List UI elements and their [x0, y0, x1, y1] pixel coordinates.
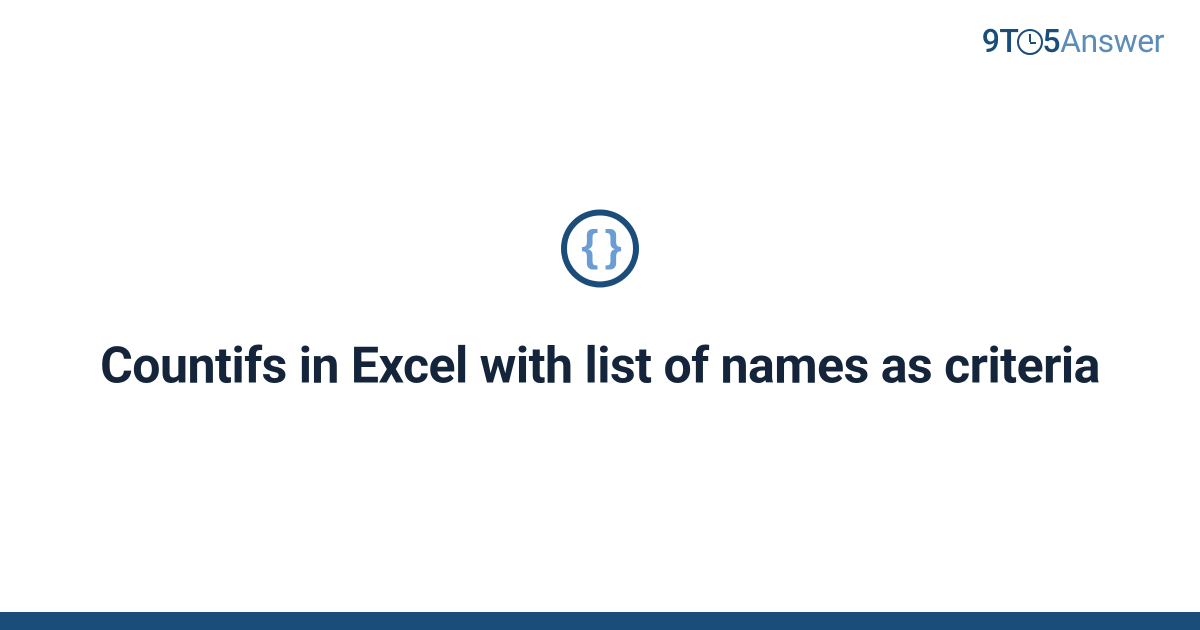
code-braces-icon: { }	[581, 224, 618, 268]
clock-icon	[1017, 29, 1043, 55]
logo-text-answer: Answer	[1060, 22, 1164, 60]
logo-text-5: 5	[1042, 22, 1060, 60]
main-content: { } Countifs in Excel with list of names…	[0, 209, 1200, 398]
logo-text-9t: 9T	[982, 22, 1019, 60]
footer-bar	[0, 612, 1200, 630]
category-icon-circle: { }	[561, 209, 639, 287]
site-logo: 9T 5Answer	[982, 22, 1164, 60]
page-title: Countifs in Excel with list of names as …	[80, 335, 1120, 398]
